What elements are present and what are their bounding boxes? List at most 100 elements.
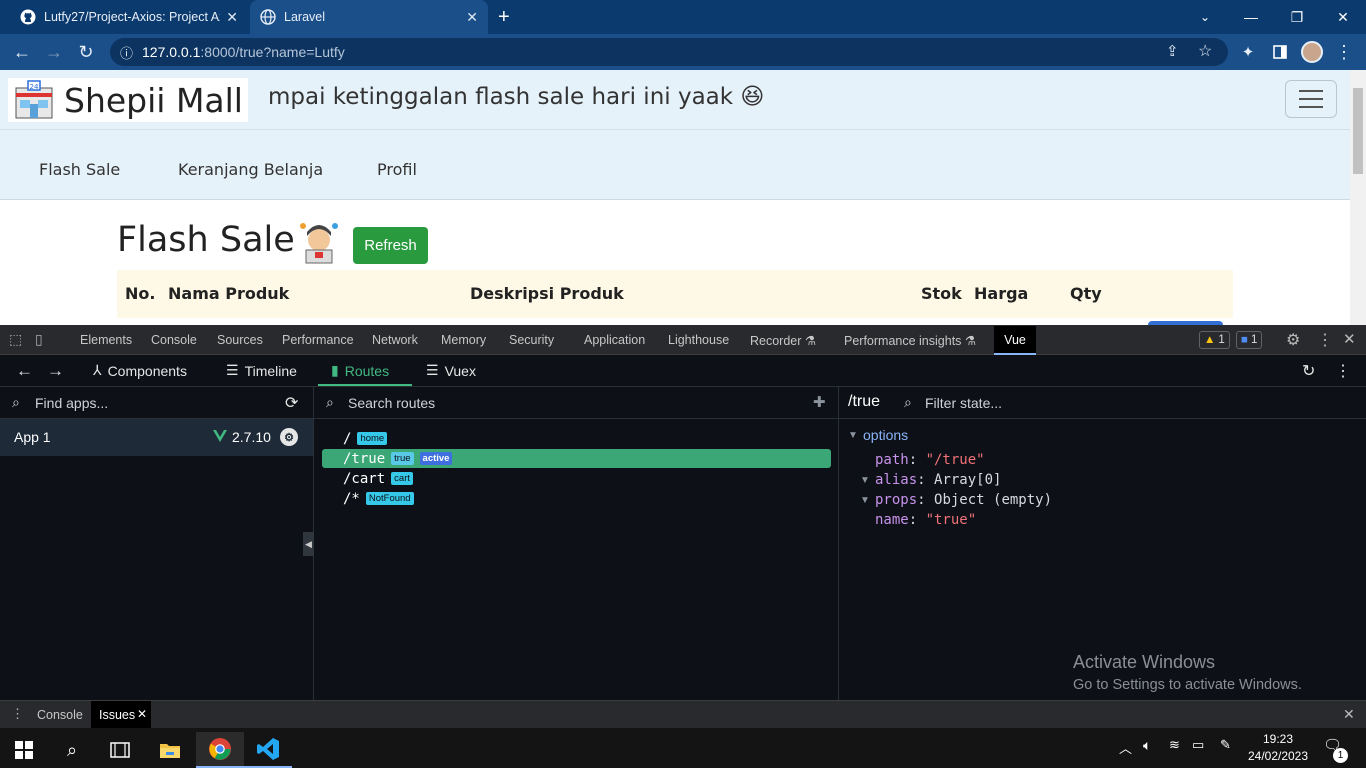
vscode-taskbar-icon[interactable] <box>244 732 292 768</box>
devtools-tab-network[interactable]: Network <box>372 333 418 347</box>
devtools-tab-security[interactable]: Security <box>509 333 554 347</box>
devtools-tab-performance-insights[interactable]: Performance insights ⚗ <box>844 333 976 348</box>
plugin-puzzle-icon[interactable]: ✚ <box>813 393 826 411</box>
warnings-badge[interactable]: ▲ 1 <box>1199 331 1230 349</box>
battery-icon[interactable]: ▭ <box>1192 737 1204 753</box>
device-toggle-icon[interactable]: ▯ <box>35 331 43 348</box>
watermark-title: Activate Windows <box>1073 652 1216 672</box>
route-tag-name: NotFound <box>365 492 414 505</box>
drawer-tab-issues[interactable]: Issues ✕ <box>91 701 151 729</box>
expand-triangle-icon[interactable]: ▼ <box>860 475 870 486</box>
app-list-item[interactable]: App 1 2.7.10 ⚙ <box>0 419 313 456</box>
devtools-tab-console[interactable]: Console <box>151 333 197 347</box>
route-item[interactable]: /* NotFound <box>322 489 831 508</box>
devtools-tab-vue[interactable]: Vue <box>994 326 1036 355</box>
tab-search-chevron-icon[interactable]: ⌄ <box>1182 0 1228 34</box>
close-issues-icon[interactable]: ✕ <box>137 707 147 721</box>
refresh-button[interactable]: Refresh <box>353 227 428 264</box>
search-icon[interactable]: ⌕ <box>48 732 96 768</box>
new-tab-icon[interactable]: + <box>498 6 510 29</box>
devtools-tab-lighthouse[interactable]: Lighthouse <box>668 333 729 347</box>
route-tag-name: cart <box>391 472 413 485</box>
route-item-selected[interactable]: /true true active <box>322 449 831 468</box>
vue-tab-routes[interactable]: ▮ Routes <box>331 362 389 379</box>
vue-tab-timeline[interactable]: ☰ Timeline <box>226 362 297 379</box>
nav-cart[interactable]: Keranjang Belanja <box>178 160 323 179</box>
file-explorer-icon[interactable] <box>146 732 194 768</box>
restore-icon[interactable]: ❐ <box>1274 0 1320 34</box>
tray-chevron-icon[interactable]: ︿ <box>1119 738 1132 757</box>
address-bar[interactable]: ⓘ 127.0.0.1:8000/true?name=Lutfy ⇪ ☆ <box>110 38 1228 66</box>
prop-key: alias <box>875 472 918 488</box>
chrome-taskbar-icon[interactable] <box>196 732 244 768</box>
chrome-menu-icon[interactable]: ⋮ <box>1332 40 1356 64</box>
close-devtools-icon[interactable]: ✕ <box>1343 330 1356 348</box>
pen-icon[interactable]: ✎ <box>1220 737 1231 753</box>
more-menu-icon[interactable]: ⋮ <box>1335 361 1351 381</box>
share-icon[interactable]: ⇪ <box>1166 42 1179 60</box>
devtools-tab-performance[interactable]: Performance <box>282 333 354 347</box>
refresh-icon[interactable]: ↻ <box>1302 361 1315 381</box>
settings-gear-icon[interactable]: ⚙ <box>1286 330 1300 350</box>
devtools-tab-elements[interactable]: Elements <box>80 333 132 347</box>
profile-avatar[interactable] <box>1301 41 1323 63</box>
devtools-tab-sources[interactable]: Sources <box>217 333 263 347</box>
drawer-tab-console[interactable]: Console <box>37 708 83 722</box>
col-no: No. <box>125 284 156 303</box>
browser-tab-github[interactable]: Lutfy27/Project-Axios: Project Axios ✕ <box>10 0 248 34</box>
settings-badge-icon[interactable]: ⚙ <box>280 428 298 446</box>
windows-start-icon[interactable] <box>0 732 48 768</box>
back-arrow-icon[interactable]: ← <box>10 40 34 64</box>
vue-tab-components[interactable]: ⅄ Components <box>93 362 187 379</box>
page-scrollbar[interactable] <box>1350 70 1366 325</box>
devtools-tab-recorder[interactable]: Recorder ⚗ <box>750 333 816 348</box>
prop-props[interactable]: props: Object (empty) <box>875 492 1052 508</box>
messages-badge[interactable]: ■ 1 <box>1236 331 1263 349</box>
nav-profile[interactable]: Profil <box>377 160 417 179</box>
reload-icon[interactable]: ↻ <box>74 40 98 64</box>
route-item[interactable]: / home <box>322 429 831 448</box>
devtools-tab-memory[interactable]: Memory <box>441 333 486 347</box>
selected-route-title: /true <box>848 393 881 410</box>
clock[interactable]: 19:23 24/02/2023 <box>1244 732 1312 763</box>
prop-path[interactable]: path: "/true" <box>875 452 985 468</box>
forward-arrow-icon[interactable]: → <box>47 361 64 381</box>
task-view-icon[interactable] <box>96 732 144 768</box>
components-label: Components <box>107 362 187 379</box>
close-drawer-icon[interactable]: ✕ <box>1343 706 1355 723</box>
route-path: /* <box>343 490 360 507</box>
vue-tab-vuex[interactable]: ☰ Vuex <box>426 362 476 379</box>
devtools-tab-application[interactable]: Application <box>584 333 645 347</box>
extensions-puzzle-icon[interactable]: ✦ <box>1236 40 1260 64</box>
bookmark-star-icon[interactable]: ☆ <box>1198 41 1212 61</box>
info-icon[interactable]: ⓘ <box>120 43 133 62</box>
prop-alias[interactable]: alias: Array[0] <box>875 472 1001 488</box>
close-tab-icon[interactable]: ✕ <box>226 9 238 26</box>
nav-flash-sale[interactable]: Flash Sale <box>39 160 120 179</box>
filter-state-input[interactable]: Filter state... <box>925 395 1002 411</box>
site-logo[interactable]: 24 Shepii Mall <box>8 78 248 122</box>
rescan-icon[interactable]: ⟳ <box>285 393 298 413</box>
minimize-icon[interactable]: — <box>1228 0 1274 34</box>
find-apps-input[interactable]: Find apps... <box>35 395 108 411</box>
side-panel-icon[interactable] <box>1268 40 1292 64</box>
flask-icon: ⚗ <box>804 334 817 348</box>
search-routes-input[interactable]: Search routes <box>348 395 435 411</box>
expand-triangle-icon[interactable]: ▼ <box>860 495 870 506</box>
route-item[interactable]: /cart cart <box>322 469 831 488</box>
close-window-icon[interactable]: ✕ <box>1320 0 1366 34</box>
browser-tab-laravel[interactable]: Laravel ✕ <box>250 0 488 34</box>
forward-arrow-icon[interactable]: → <box>42 40 66 64</box>
options-section-label[interactable]: options <box>863 427 908 443</box>
prop-name[interactable]: name: "true" <box>875 512 976 528</box>
hamburger-menu-icon[interactable] <box>1285 80 1337 118</box>
expand-triangle-icon[interactable]: ▼ <box>848 430 858 441</box>
devtools-menu-icon[interactable]: ⋮ <box>1317 330 1333 350</box>
drawer-menu-icon[interactable]: ⋮ <box>11 706 24 722</box>
collapse-pane-icon[interactable]: ◀ <box>303 532 314 556</box>
inspect-element-icon[interactable]: ⬚ <box>9 331 22 348</box>
close-tab-icon[interactable]: ✕ <box>466 9 478 26</box>
wifi-icon[interactable]: ≋ <box>1169 737 1180 753</box>
back-arrow-icon[interactable]: ← <box>16 361 33 381</box>
volume-icon[interactable]: 🔈︎ <box>1143 737 1151 754</box>
